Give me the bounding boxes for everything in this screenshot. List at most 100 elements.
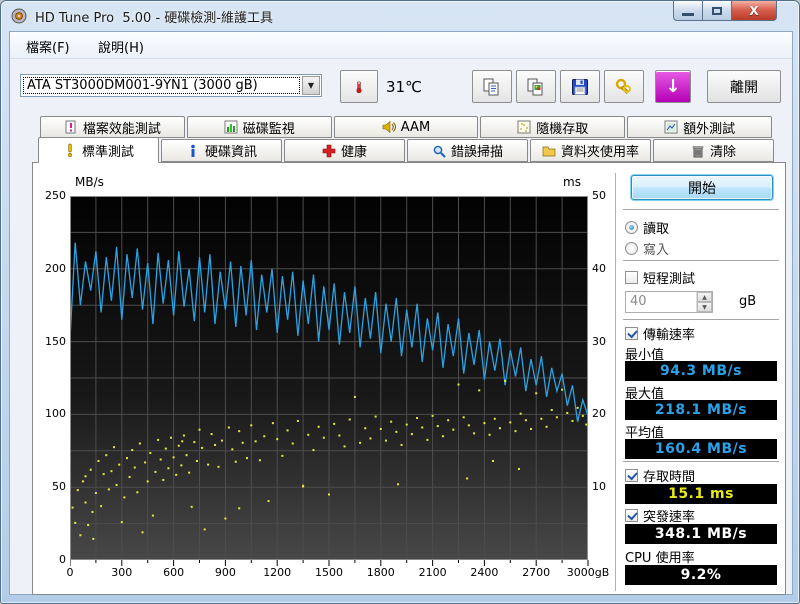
disk-monitor-icon	[224, 120, 238, 134]
write-label: 寫入	[643, 243, 670, 258]
temperature-button[interactable]	[340, 70, 378, 103]
tab-erase[interactable]: 清除	[653, 139, 774, 162]
close-button[interactable]: X	[731, 1, 777, 21]
temperature-value: 31℃	[386, 78, 422, 96]
copy-image-icon	[527, 78, 543, 95]
menu-bar: 檔案(F) 說明(H)	[10, 32, 792, 59]
short-test-checkbox[interactable]	[625, 271, 638, 284]
start-button[interactable]: 開始	[631, 175, 773, 200]
thermometer-icon	[356, 81, 362, 93]
window-title: HD Tune Pro 5.00 - 硬碟檢測-維護工具	[35, 11, 273, 26]
update-icon: ↓	[665, 75, 681, 97]
access-time-checkbox[interactable]	[625, 469, 638, 482]
panel-divider	[615, 173, 616, 591]
tab-aam[interactable]: AAM	[333, 116, 479, 138]
tab-standard-test[interactable]: 標準測試	[38, 137, 159, 163]
folder-icon	[542, 146, 556, 156]
short-test-size-spinner[interactable]: 40 ▲ ▼	[625, 291, 713, 313]
transfer-rate-row[interactable]: 傳輸速率	[625, 324, 695, 343]
avg-value: 160.4 MB/s	[625, 439, 777, 459]
random-access-icon	[517, 120, 531, 134]
options-icon	[615, 78, 631, 94]
tab-label: 標準測試	[81, 144, 134, 160]
app-icon	[11, 8, 27, 24]
burst-rate-value: 348.1 MB/s	[625, 524, 777, 544]
tab-disk-info[interactable]: 硬碟資訊	[161, 139, 282, 162]
tab-disk-monitor[interactable]: 磁碟監視	[186, 116, 332, 138]
update-button[interactable]: ↓	[655, 70, 691, 103]
tab-label: 隨機存取	[536, 121, 589, 137]
tab-label: 額外測試	[683, 121, 736, 137]
access-time-value: 15.1 ms	[625, 484, 777, 504]
read-radio-row[interactable]: 讀取	[625, 218, 669, 237]
drive-select-value: ATA ST3000DM001-9YN1 (3000 gB)	[23, 77, 300, 94]
standard-test-panel: MB/s ms 250 200 150 100 50 0 50 40 30 20 10 0 300 6…	[32, 162, 786, 595]
info-icon	[191, 144, 195, 157]
tab-file-benchmark[interactable]: 檔案效能測試	[40, 116, 185, 138]
short-test-size-value: 40	[630, 294, 647, 309]
maximize-button[interactable]	[703, 1, 731, 21]
short-test-label: 短程測試	[643, 272, 696, 287]
read-label: 讀取	[643, 222, 670, 237]
magnifier-icon	[433, 145, 446, 158]
tab-extra-tests[interactable]: 額外測試	[627, 116, 772, 138]
tick-label: 200	[45, 261, 66, 275]
exclamation-icon	[68, 143, 72, 157]
menu-file[interactable]: 檔案(F)	[16, 35, 80, 56]
title-bar[interactable]: HD Tune Pro 5.00 - 硬碟檢測-維護工具 X	[1, 1, 799, 31]
trash-icon	[692, 145, 704, 157]
tab-row-primary: 標準測試 硬碟資訊 健康 錯誤掃描 資料夾使用率 清除	[38, 137, 774, 163]
spinner-down-icon[interactable]: ▼	[697, 302, 712, 312]
tab-label: 硬碟資訊	[204, 145, 257, 160]
cpu-usage-value: 9.2%	[625, 565, 777, 585]
tab-label: 健康	[340, 145, 367, 160]
tab-label: 清除	[709, 145, 736, 160]
separator	[623, 319, 779, 321]
exit-button[interactable]: 離開	[707, 70, 781, 103]
tab-label: 資料夾使用率	[560, 145, 639, 160]
minimize-button[interactable]	[673, 1, 703, 21]
spinner-up-icon[interactable]: ▲	[697, 292, 712, 302]
short-test-unit: gB	[739, 294, 757, 309]
burst-rate-checkbox[interactable]	[625, 509, 638, 522]
tab-label: 磁碟監視	[242, 121, 295, 137]
tab-health[interactable]: 健康	[284, 139, 405, 162]
tick-label: 250	[45, 189, 66, 202]
write-radio-row[interactable]: 寫入	[625, 239, 669, 258]
options-button[interactable]	[604, 70, 644, 103]
short-test-row[interactable]: 短程測試	[625, 268, 695, 287]
min-value: 94.3 MB/s	[625, 361, 777, 381]
cpu-usage-label: CPU 使用率	[625, 551, 695, 566]
drive-select[interactable]: ATA ST3000DM001-9YN1 (3000 gB) ▼	[20, 74, 322, 97]
tab-label: AAM	[400, 119, 431, 135]
access-time-row[interactable]: 存取時間	[625, 466, 695, 485]
tab-error-scan[interactable]: 錯誤掃描	[407, 139, 528, 162]
tab-random-access[interactable]: 隨機存取	[480, 116, 626, 138]
copy-text-button[interactable]	[472, 70, 512, 103]
tick-label: 3000gB	[566, 566, 610, 579]
copy-image-button[interactable]	[516, 70, 556, 103]
left-axis-unit: MB/s	[75, 175, 104, 189]
tick-label: 0	[59, 553, 66, 566]
speaker-icon	[382, 120, 396, 134]
chevron-down-icon[interactable]: ▼	[302, 76, 320, 95]
transfer-rate-checkbox[interactable]	[625, 327, 638, 340]
separator	[623, 209, 779, 211]
copy-text-icon	[483, 78, 499, 95]
write-radio[interactable]	[625, 242, 638, 255]
tab-label: 錯誤掃描	[450, 145, 503, 160]
max-value: 218.1 MB/s	[625, 400, 777, 420]
save-icon	[572, 78, 588, 95]
benchmark-plot	[70, 196, 588, 560]
health-cross-icon	[322, 144, 336, 157]
read-radio[interactable]	[625, 221, 638, 234]
tick-label: 100	[45, 407, 66, 421]
tab-folder-usage[interactable]: 資料夾使用率	[530, 139, 651, 162]
save-button[interactable]	[560, 70, 600, 103]
app-window: HD Tune Pro 5.00 - 硬碟檢測-維護工具 X 檔案(F) 說明(…	[0, 0, 800, 604]
burst-rate-row[interactable]: 突發速率	[625, 506, 695, 525]
menu-help[interactable]: 說明(H)	[88, 35, 154, 56]
tab-row-secondary: 檔案效能測試 磁碟監視 AAM 隨機存取 額外測試	[40, 116, 772, 138]
file-benchmark-icon	[65, 120, 76, 134]
close-icon: X	[749, 3, 759, 18]
